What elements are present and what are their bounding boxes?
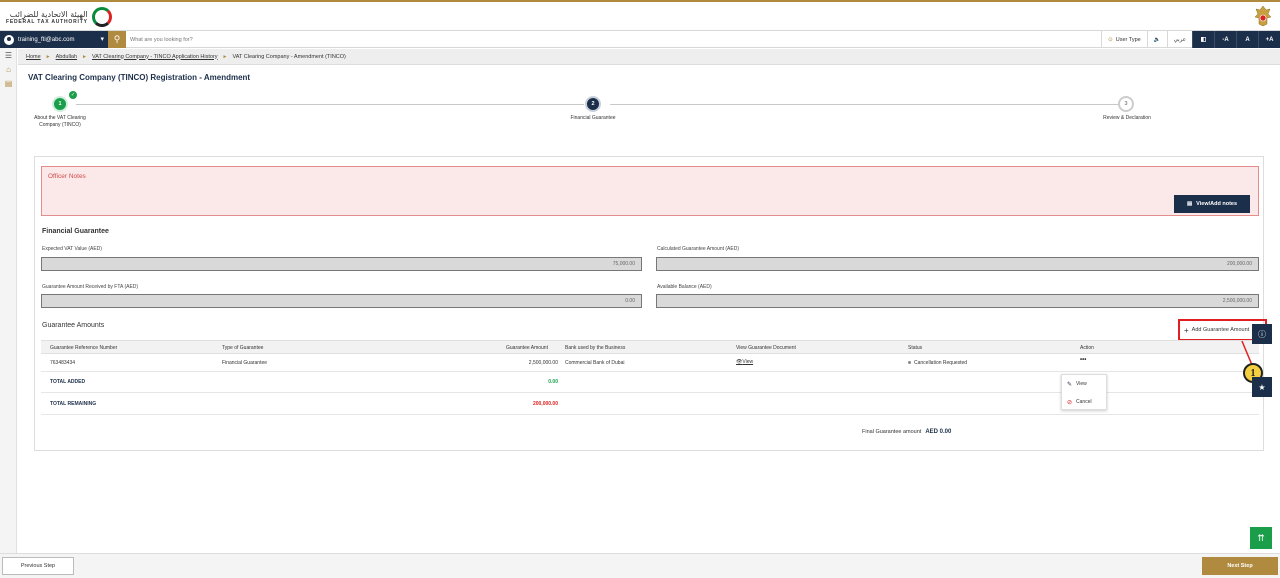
- user-type-button[interactable]: ⊙ User Type: [1101, 31, 1147, 48]
- action-dropdown-menu: ✎ View ⊘ Cancel: [1061, 374, 1107, 410]
- column-header: Guarantee Amount: [506, 345, 548, 351]
- calculated-guarantee-field[interactable]: 200,000.00: [656, 257, 1259, 271]
- expected-vat-label: Expected VAT Value (AED): [42, 246, 102, 252]
- edit-icon: ✎: [1067, 381, 1073, 388]
- column-header: Guarantee Reference Number: [50, 345, 118, 351]
- footer-bar: Previous Step Next Step: [0, 553, 1280, 578]
- notes-icon: ▤: [1186, 201, 1193, 207]
- action-menu-button[interactable]: •••: [1080, 357, 1086, 363]
- table-header: Guarantee Reference Number Type of Guara…: [41, 340, 1259, 354]
- speaker-icon[interactable]: 🔈: [1146, 31, 1167, 48]
- menu-item-cancel[interactable]: ⊘ Cancel: [1062, 393, 1106, 411]
- logo-english-text: FEDERAL TAX AUTHORITY: [6, 18, 88, 25]
- column-header: View Guarantee Document: [736, 345, 796, 351]
- contrast-icon[interactable]: ◧: [1192, 31, 1214, 48]
- header: الهيئة الاتحادية للضرائب FEDERAL TAX AUT…: [0, 2, 1280, 30]
- step-3-label: Review & Declaration: [1103, 115, 1151, 121]
- column-header: Bank used by the Business: [565, 345, 626, 351]
- available-balance-field[interactable]: 2,500,000.00: [656, 294, 1259, 308]
- step-2-circle[interactable]: 2: [585, 96, 601, 112]
- guarantee-type: Financial Guarantee: [222, 360, 268, 366]
- cancel-icon: ⊘: [1067, 399, 1073, 406]
- breadcrumb-arrow-icon: ►: [45, 53, 51, 60]
- next-step-button[interactable]: Next Step: [1202, 557, 1278, 575]
- view-document-link[interactable]: 👁View: [736, 359, 753, 365]
- breadcrumb-current: VAT Clearing Company - Amendment (TINCO): [232, 53, 346, 60]
- total-remaining-label: TOTAL REMAINING: [50, 401, 97, 407]
- officer-notes-panel: Officer Notes ▤ View/Add notes: [41, 166, 1259, 216]
- check-icon: ✓: [69, 91, 77, 99]
- step-1-circle[interactable]: 1: [52, 96, 68, 112]
- dashboard-icon[interactable]: ▤: [0, 76, 17, 90]
- step-1-label: About the VAT Clearing Company (TINCO): [34, 115, 86, 128]
- expected-vat-field[interactable]: 75,000.00: [41, 257, 642, 271]
- step-3-circle[interactable]: 3: [1118, 96, 1134, 112]
- search-bar: training_fti@abc.com ▾ ⚲ ⊙User Type 🔈 عر…: [0, 30, 1280, 48]
- sidebar: ☰ ⌂ ▤: [0, 48, 17, 553]
- amount-received-field[interactable]: 0.00: [41, 294, 642, 308]
- stepper-line: [610, 104, 1118, 105]
- user-email: training_fti@abc.com: [18, 36, 75, 43]
- final-guarantee-amount: Final Guarantee amount AED 0.00: [862, 429, 952, 435]
- status-dot-icon: [908, 361, 911, 365]
- breadcrumb-home[interactable]: Home: [26, 54, 41, 60]
- search-input[interactable]: [130, 33, 1030, 46]
- step-2-label: Financial Guarantee: [570, 115, 616, 121]
- fta-logo[interactable]: الهيئة الاتحادية للضرائب FEDERAL TAX AUT…: [6, 6, 112, 28]
- language-button[interactable]: عربي: [1166, 31, 1192, 48]
- final-guarantee-value: AED 0.00: [925, 429, 952, 435]
- previous-step-button[interactable]: Previous Step: [2, 557, 74, 575]
- breadcrumb: Home ► Abdullah ► VAT Clearing Company -…: [18, 49, 1280, 65]
- bank-name: Commercial Bank of Dubai: [565, 360, 625, 366]
- breadcrumb-abdullah[interactable]: Abdullah: [56, 54, 77, 60]
- stepper: 1 ✓ About the VAT Clearing Company (TINC…: [30, 91, 1151, 144]
- total-added-label: TOTAL ADDED: [50, 379, 86, 385]
- user-menu-button[interactable]: training_fti@abc.com ▾: [0, 31, 108, 48]
- home-icon[interactable]: ⌂: [0, 62, 17, 76]
- financial-guarantee-title: Financial Guarantee: [42, 228, 109, 235]
- user-type-icon: ⊙: [1108, 36, 1113, 43]
- officer-notes-title: Officer Notes: [48, 173, 86, 180]
- font-decrease-button[interactable]: -A: [1214, 31, 1236, 48]
- uae-emblem-icon: [1254, 5, 1272, 27]
- stepper-line: [76, 104, 584, 105]
- breadcrumb-history[interactable]: VAT Clearing Company - TINCO Application…: [92, 54, 218, 60]
- hamburger-menu-icon[interactable]: ☰: [0, 48, 17, 62]
- menu-item-view[interactable]: ✎ View: [1062, 375, 1106, 393]
- total-added-value: 0.00: [548, 379, 558, 385]
- user-avatar-icon: [4, 34, 14, 45]
- available-balance-label: Available Balance (AED): [657, 284, 712, 290]
- amount-received-label: Guarantee Amount Received by FTA (AED): [42, 284, 139, 290]
- search-icon[interactable]: ⚲: [108, 31, 126, 48]
- font-normal-button[interactable]: A: [1236, 31, 1258, 48]
- guarantee-amount: 2,500,000.00: [528, 360, 558, 366]
- column-header: Status: [908, 345, 923, 351]
- total-remaining-value: 200,000.00: [532, 401, 558, 407]
- logo-ring-icon: [91, 7, 112, 27]
- chevron-down-icon: ▾: [100, 36, 104, 43]
- breadcrumb-arrow-icon: ►: [82, 53, 87, 60]
- bookmark-icon[interactable]: ★: [1252, 377, 1272, 397]
- table-row: 763483434 Financial Guarantee 2,500,000.…: [41, 354, 1259, 372]
- column-header: Type of Guarantee: [222, 345, 264, 351]
- view-add-notes-button[interactable]: ▤ View/Add notes: [1174, 195, 1250, 213]
- info-icon[interactable]: ⓘ: [1252, 324, 1272, 344]
- status-badge: Cancellation Requested: [908, 360, 967, 366]
- guarantee-amounts-title: Guarantee Amounts: [42, 322, 105, 329]
- font-increase-button[interactable]: +A: [1258, 31, 1280, 48]
- logo-arabic-text: الهيئة الاتحادية للضرائب: [9, 9, 88, 19]
- column-header: Action: [1080, 345, 1094, 351]
- page-title: VAT Clearing Company (TINCO) Registratio…: [28, 73, 251, 82]
- scroll-to-top-icon[interactable]: ⇈: [1250, 527, 1272, 549]
- guarantee-ref: 763483434: [50, 360, 76, 366]
- calculated-guarantee-label: Calculated Guarantee Amount (AED): [657, 246, 739, 252]
- breadcrumb-arrow-icon: ►: [222, 53, 228, 60]
